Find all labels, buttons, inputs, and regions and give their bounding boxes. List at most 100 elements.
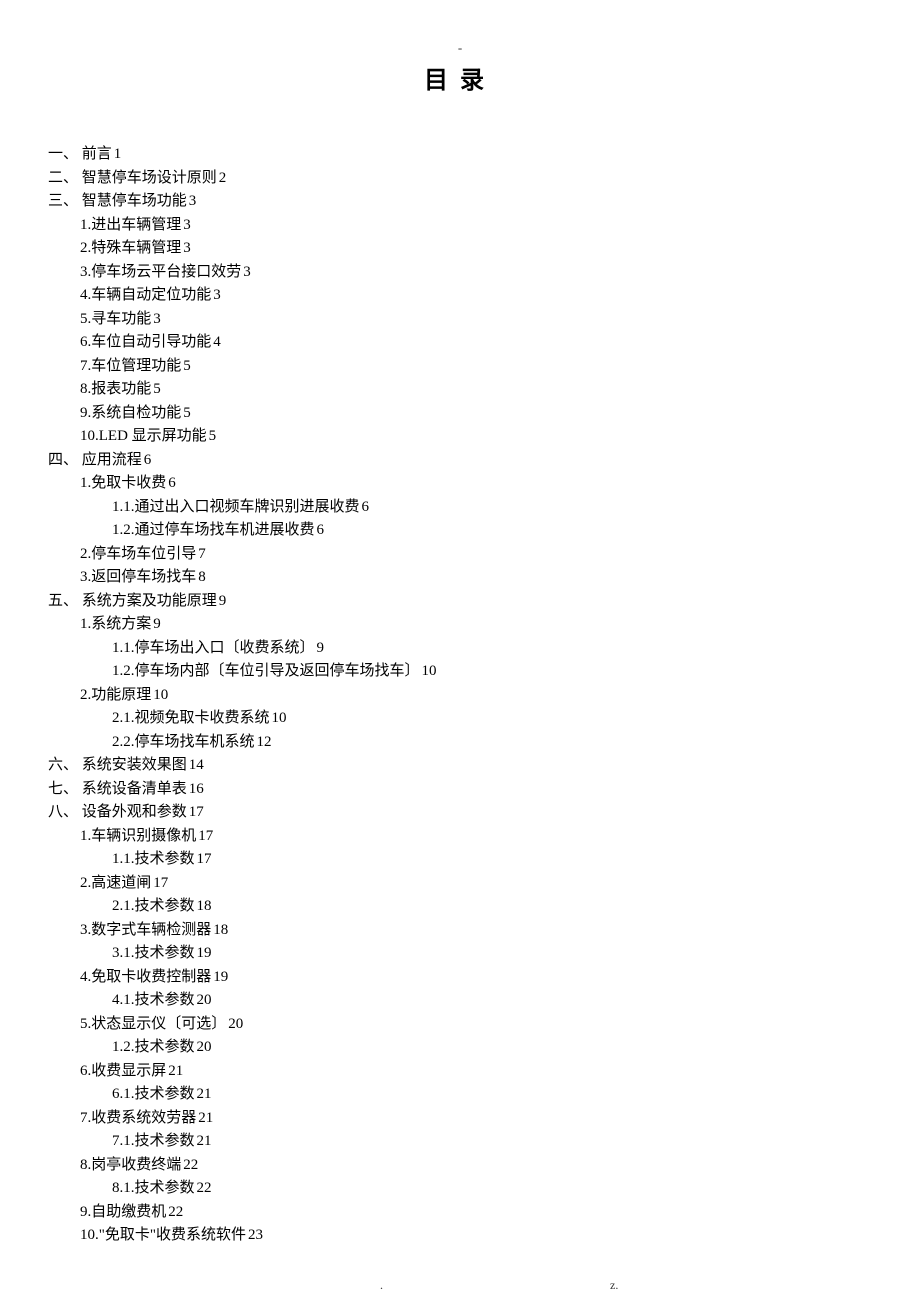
toc-entry-page: 17	[153, 875, 168, 891]
toc-entry-text: 五、 系统方案及功能原理	[48, 593, 217, 609]
toc-entry: 9.自助缴费机22	[48, 1201, 872, 1225]
toc-entry: 五、 系统方案及功能原理9	[48, 590, 872, 614]
toc-entry-page: 2	[219, 170, 227, 186]
toc-entry: 2.2.停车场找车机系统12	[48, 731, 872, 755]
toc-entry-text: 2.1.技术参数	[112, 898, 195, 914]
toc-entry-text: 7.收费系统效劳器	[80, 1110, 196, 1126]
toc-entry: 1.1.技术参数17	[48, 848, 872, 872]
toc-entry: 2.1.视频免取卡收费系统10	[48, 707, 872, 731]
toc-entry: 6.收费显示屏21	[48, 1060, 872, 1084]
toc-entry-text: 一、 前言	[48, 146, 112, 162]
toc-entry-page: 5	[183, 358, 191, 374]
toc-entry: 2.1.技术参数18	[48, 895, 872, 919]
toc-entry-page: 22	[197, 1180, 212, 1196]
toc-entry-text: 2.停车场车位引导	[80, 546, 196, 562]
toc-entry-text: 3.1.技术参数	[112, 945, 195, 961]
toc-entry: 6.1.技术参数21	[48, 1083, 872, 1107]
toc-entry-page: 22	[183, 1157, 198, 1173]
toc-entry-page: 21	[168, 1063, 183, 1079]
toc-entry-text: 1.2.技术参数	[112, 1039, 195, 1055]
toc-entry-text: 8.1.技术参数	[112, 1180, 195, 1196]
toc-entry-page: 14	[189, 757, 204, 773]
toc-entry-page: 4	[213, 334, 221, 350]
toc-entry: 二、 智慧停车场设计原则2	[48, 167, 872, 191]
toc-entry-text: 6.收费显示屏	[80, 1063, 166, 1079]
toc-entry-text: 2.1.视频免取卡收费系统	[112, 710, 270, 726]
toc-entry-page: 17	[198, 828, 213, 844]
toc-entry-text: 4.车辆自动定位功能	[80, 287, 211, 303]
toc-entry-text: 2.2.停车场找车机系统	[112, 734, 255, 750]
toc-entry: 三、 智慧停车场功能3	[48, 190, 872, 214]
toc-entry-text: 10."免取卡"收费系统软件	[80, 1227, 246, 1243]
toc-entry: 10.LED 显示屏功能5	[48, 425, 872, 449]
toc-entry: 七、 系统设备清单表16	[48, 778, 872, 802]
toc-entry-page: 21	[197, 1133, 212, 1149]
toc-entry-text: 4.1.技术参数	[112, 992, 195, 1008]
toc-entry: 1.2.停车场内部〔车位引导及返回停车场找车〕10	[48, 660, 872, 684]
toc-entry-text: 1.1.停车场出入口〔收费系统〕	[112, 640, 315, 656]
page-title: 目录	[48, 60, 872, 95]
toc-entry: 四、 应用流程6	[48, 449, 872, 473]
toc-entry-page: 9	[153, 616, 161, 632]
toc-entry-text: 1.进出车辆管理	[80, 217, 181, 233]
toc-entry-text: 3.停车场云平台接口效劳	[80, 264, 241, 280]
toc-entry-page: 5	[209, 428, 217, 444]
toc-entry-text: 5.状态显示仪〔可选〕	[80, 1016, 226, 1032]
toc-entry-page: 12	[257, 734, 272, 750]
toc-entry-text: 二、 智慧停车场设计原则	[48, 170, 217, 186]
footer-z: z.	[610, 1278, 618, 1293]
toc-entry-text: 1.2.通过停车场找车机进展收费	[112, 522, 315, 538]
toc-entry: 5.状态显示仪〔可选〕20	[48, 1013, 872, 1037]
toc-entry: 3.停车场云平台接口效劳3	[48, 261, 872, 285]
toc-entry-page: 21	[198, 1110, 213, 1126]
toc-entry: 1.2.技术参数20	[48, 1036, 872, 1060]
header-mark: -	[48, 40, 872, 56]
toc-entry-page: 17	[189, 804, 204, 820]
toc-entry: 6.车位自动引导功能4	[48, 331, 872, 355]
toc-entry-text: 1.1.通过出入口视频车牌识别进展收费	[112, 499, 360, 515]
toc-entry: 2.特殊车辆管理3	[48, 237, 872, 261]
toc-entry-page: 19	[197, 945, 212, 961]
toc-entry-text: 1.车辆识别摄像机	[80, 828, 196, 844]
toc-entry-page: 20	[197, 992, 212, 1008]
toc-entry-text: 1.系统方案	[80, 616, 151, 632]
toc-entry-text: 2.功能原理	[80, 687, 151, 703]
toc-entry-text: 2.特殊车辆管理	[80, 240, 181, 256]
toc-entry-page: 5	[183, 405, 191, 421]
toc-entry: 4.1.技术参数20	[48, 989, 872, 1013]
toc-entry-page: 6	[362, 499, 370, 515]
toc-entry-page: 9	[219, 593, 227, 609]
toc-entry-text: 1.免取卡收费	[80, 475, 166, 491]
toc-entry-page: 10	[153, 687, 168, 703]
toc-entry-text: 6.车位自动引导功能	[80, 334, 211, 350]
toc-entry: 1.进出车辆管理3	[48, 214, 872, 238]
toc-entry: 1.系统方案9	[48, 613, 872, 637]
toc-entry: 1.免取卡收费6	[48, 472, 872, 496]
toc-entry-page: 6	[144, 452, 152, 468]
toc-entry-text: 6.1.技术参数	[112, 1086, 195, 1102]
toc-entry-page: 21	[197, 1086, 212, 1102]
toc-entry-text: 3.数字式车辆检测器	[80, 922, 211, 938]
toc-entry-page: 22	[168, 1204, 183, 1220]
toc-entry-page: 9	[317, 640, 325, 656]
toc-entry-page: 3	[183, 240, 191, 256]
toc-entry-page: 20	[228, 1016, 243, 1032]
toc-entry: 六、 系统安装效果图14	[48, 754, 872, 778]
toc-entry: 5.寻车功能3	[48, 308, 872, 332]
toc-entry-page: 8	[198, 569, 206, 585]
toc-entry-text: 1.1.技术参数	[112, 851, 195, 867]
toc-entry-page: 3	[183, 217, 191, 233]
toc-entry-text: 八、 设备外观和参数	[48, 804, 187, 820]
footer-dot: .	[380, 1278, 383, 1293]
toc-entry-page: 6	[317, 522, 325, 538]
toc-entry-page: 23	[248, 1227, 263, 1243]
toc-entry: 八、 设备外观和参数17	[48, 801, 872, 825]
toc-entry-page: 3	[153, 311, 161, 327]
toc-entry-text: 10.LED 显示屏功能	[80, 428, 207, 444]
toc-entry: 2.高速道闸17	[48, 872, 872, 896]
toc-entry-page: 19	[213, 969, 228, 985]
toc-entry-page: 10	[272, 710, 287, 726]
toc-entry: 4.车辆自动定位功能3	[48, 284, 872, 308]
toc-entry-text: 9.自助缴费机	[80, 1204, 166, 1220]
toc-entry-text: 8.报表功能	[80, 381, 151, 397]
